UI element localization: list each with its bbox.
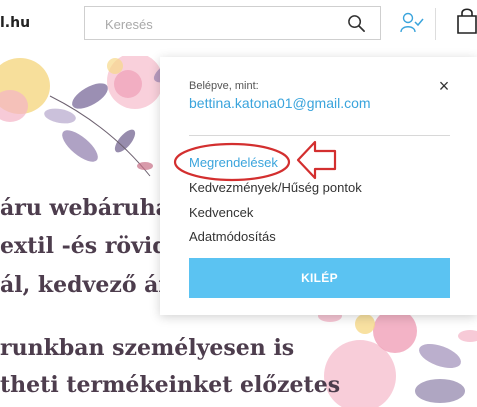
search-box[interactable] bbox=[84, 6, 381, 40]
menu-item-orders[interactable]: Megrendelések bbox=[189, 155, 278, 170]
user-check-icon[interactable] bbox=[400, 12, 424, 34]
shopping-bag-icon[interactable] bbox=[455, 6, 477, 36]
search-input[interactable] bbox=[103, 14, 337, 34]
hero-line-2: extil -és rövid bbox=[0, 233, 168, 259]
hero-line-4: runkban személyesen is bbox=[0, 335, 295, 361]
menu-item-profile-edit[interactable]: Adatmódosítás bbox=[189, 229, 276, 244]
panel-divider bbox=[189, 135, 450, 136]
hero-line-1: áru webáruha bbox=[0, 195, 170, 221]
logout-button[interactable]: KILÉP bbox=[189, 258, 450, 298]
site-header: l.hu bbox=[0, 0, 477, 52]
user-email: bettina.katona01@gmail.com bbox=[189, 95, 371, 111]
header-divider bbox=[435, 8, 436, 40]
close-icon[interactable]: × bbox=[434, 76, 454, 96]
account-dropdown: Belépve, mint: bettina.katona01@gmail.co… bbox=[160, 57, 477, 315]
logged-in-label: Belépve, mint: bbox=[189, 80, 259, 92]
menu-item-discounts[interactable]: Kedvezmények/Hűség pontok bbox=[189, 180, 362, 195]
hero-line-3: ál, kedvező ár bbox=[0, 272, 171, 298]
site-logo[interactable]: l.hu bbox=[0, 15, 30, 31]
search-icon[interactable] bbox=[347, 14, 366, 33]
menu-item-favorites[interactable]: Kedvencek bbox=[189, 205, 253, 220]
hero-line-5: theti termékeinket előzetes bbox=[0, 372, 341, 398]
